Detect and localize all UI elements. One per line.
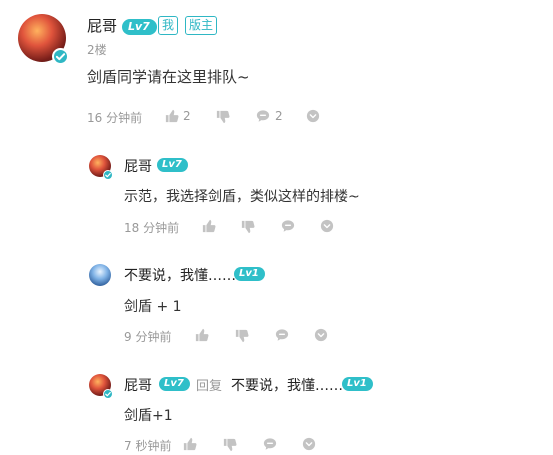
tag-moderator: 版主	[185, 16, 218, 35]
more-icon[interactable]	[320, 219, 334, 233]
thumbs-up-icon[interactable]	[183, 437, 197, 451]
thumbs-up-icon[interactable]	[165, 109, 179, 123]
reply-to-name[interactable]: 不要说，我懂……	[231, 375, 343, 395]
verified-icon	[103, 389, 113, 399]
more-icon[interactable]	[302, 437, 316, 451]
comment-icon[interactable]	[256, 109, 270, 123]
comment-icon[interactable]	[263, 437, 277, 451]
reply-author-name[interactable]: 不要说，我懂……	[124, 265, 236, 285]
level-badge: Lv1	[234, 267, 265, 281]
comment-icon[interactable]	[281, 219, 295, 233]
more-icon[interactable]	[314, 328, 328, 342]
reply-timestamp: 9 分钟前	[124, 330, 172, 344]
like-count: 2	[183, 109, 191, 123]
reply-avatar[interactable]	[89, 264, 111, 286]
level-badge: Lv1	[342, 377, 373, 391]
comment-icon[interactable]	[275, 328, 289, 342]
level-badge: Lv7	[159, 377, 190, 391]
thumbs-down-icon[interactable]	[223, 438, 237, 452]
reply-text: 示范，我选择剑盾，类似这样的排楼~	[124, 189, 360, 205]
reply-author-name[interactable]: 屁哥	[124, 375, 152, 395]
level-badge: Lv7	[157, 158, 188, 172]
reply-timestamp: 7 秒钟前	[124, 439, 172, 453]
comment-count: 2	[275, 109, 283, 123]
reply-label: 回复	[196, 379, 223, 394]
verified-icon	[52, 48, 69, 65]
reply-text: 剑盾+1	[124, 408, 173, 424]
thumbs-up-icon[interactable]	[202, 219, 216, 233]
main-author-name[interactable]: 屁哥	[87, 15, 117, 36]
verified-icon	[103, 170, 113, 180]
thumbs-up-icon[interactable]	[195, 328, 209, 342]
thumbs-down-icon[interactable]	[235, 329, 249, 343]
tag-self: 我	[158, 16, 179, 35]
main-comment-text: 剑盾同学请在这里排队~	[87, 68, 250, 86]
main-timestamp: 16 分钟前	[87, 111, 143, 125]
thumbs-down-icon[interactable]	[216, 110, 230, 124]
more-icon[interactable]	[306, 109, 320, 123]
floor-number: 2楼	[87, 43, 107, 57]
reply-text: 剑盾 + 1	[124, 299, 182, 315]
thumbs-down-icon[interactable]	[241, 220, 255, 234]
reply-author-name[interactable]: 屁哥	[124, 156, 152, 176]
reply-timestamp: 18 分钟前	[124, 221, 180, 235]
level-badge: Lv7	[122, 19, 157, 35]
